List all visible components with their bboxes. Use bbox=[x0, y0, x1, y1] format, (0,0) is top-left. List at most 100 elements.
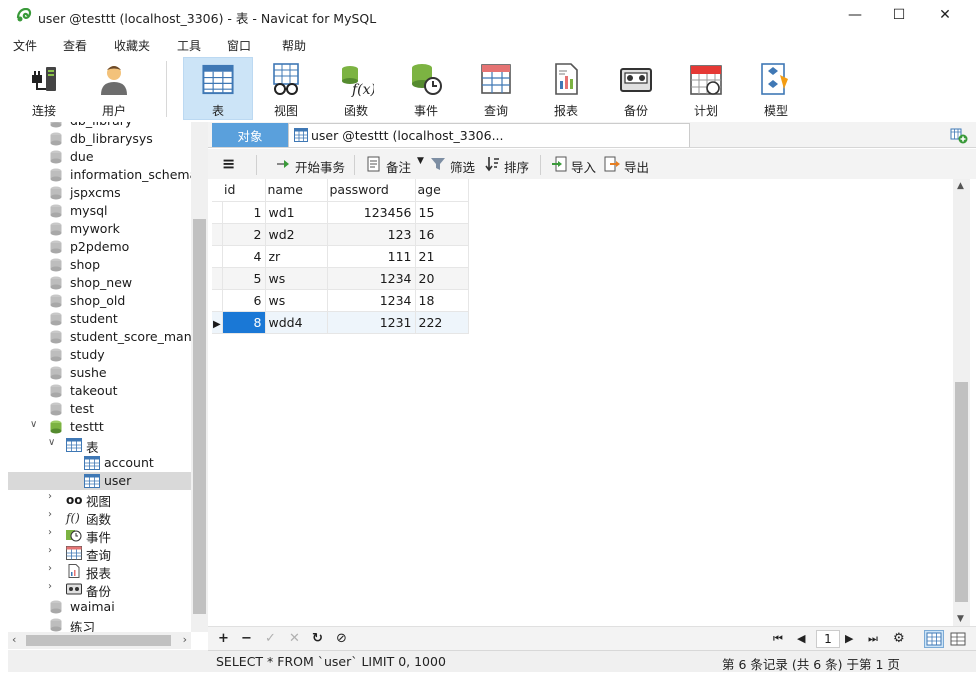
tree-item-shop[interactable]: shop bbox=[8, 256, 191, 274]
cell-password[interactable]: 1234 bbox=[327, 289, 416, 312]
scroll-thumb[interactable] bbox=[26, 635, 171, 646]
tab-user-table[interactable]: user @testtt (localhost_3306... bbox=[288, 123, 690, 147]
expand-arrow-icon[interactable]: › bbox=[48, 527, 52, 538]
table-row[interactable]: 1 wd1 123456 15 bbox=[212, 201, 469, 224]
cell-id[interactable]: 8 bbox=[222, 311, 266, 334]
table-row[interactable]: 4 zr 111 21 bbox=[212, 245, 469, 268]
toolbar-event-button[interactable]: 事件 bbox=[393, 57, 459, 120]
cell-name[interactable]: zr bbox=[265, 245, 328, 268]
tree-item-shop_new[interactable]: shop_new bbox=[8, 274, 191, 292]
tree-item[interactable]: › 事件 bbox=[8, 526, 191, 545]
menu-view[interactable]: 查看 bbox=[63, 37, 87, 54]
cell-id[interactable]: 4 bbox=[222, 245, 266, 268]
toolbar-function-button[interactable]: f(x) 函数 bbox=[323, 57, 389, 120]
form-view-icon[interactable] bbox=[948, 630, 968, 648]
scroll-up-arrow-icon[interactable]: ▲ bbox=[957, 181, 964, 191]
settings-gear-icon[interactable]: ⚙ bbox=[893, 631, 905, 646]
tab-objects[interactable]: 对象 bbox=[212, 123, 288, 147]
scroll-thumb[interactable] bbox=[193, 219, 206, 614]
new-tab-icon[interactable] bbox=[950, 126, 968, 144]
menu-window[interactable]: 窗口 bbox=[227, 37, 251, 54]
expand-arrow-icon[interactable]: › bbox=[48, 581, 52, 592]
table-row[interactable]: ▶ 8 wdd4 1231 222 bbox=[212, 311, 469, 334]
tree-vertical-scrollbar[interactable] bbox=[191, 122, 208, 632]
tree-item-student[interactable]: student bbox=[8, 310, 191, 328]
toolbar-table-button[interactable]: 表 bbox=[183, 57, 253, 120]
cell-age[interactable]: 18 bbox=[415, 289, 469, 312]
cell-age[interactable]: 20 bbox=[415, 267, 469, 290]
column-header-id[interactable]: id bbox=[222, 179, 266, 202]
scroll-right-arrow-icon[interactable]: › bbox=[183, 633, 187, 646]
cell-id[interactable]: 2 bbox=[222, 223, 266, 246]
delete-record-button[interactable]: − bbox=[241, 631, 252, 646]
cell-name[interactable]: wd1 bbox=[265, 201, 328, 224]
discard-changes-button[interactable]: ✕ bbox=[289, 631, 300, 646]
export-button[interactable]: 导出 bbox=[624, 157, 649, 176]
toolbar-connect-button[interactable]: 连接 bbox=[11, 57, 77, 120]
tree-item-db_librarysys[interactable]: db_librarysys bbox=[8, 130, 191, 148]
grid-view-icon[interactable] bbox=[924, 630, 944, 648]
expand-arrow-icon[interactable]: ∨ bbox=[30, 419, 37, 430]
tree-item-testtt[interactable]: ∨ testtt bbox=[8, 418, 191, 436]
first-page-icon[interactable]: ⏮ bbox=[773, 632, 783, 646]
page-number-input[interactable]: 1 bbox=[816, 630, 840, 648]
toolbar-report-button[interactable]: 报表 bbox=[533, 57, 599, 120]
expand-arrow-icon[interactable]: › bbox=[48, 491, 52, 502]
toolbar-user-button[interactable]: 用户 bbox=[81, 57, 147, 120]
expand-arrow-icon[interactable]: ∨ bbox=[48, 437, 55, 448]
cell-password[interactable]: 111 bbox=[327, 245, 416, 268]
tree-item-mywork[interactable]: mywork bbox=[8, 220, 191, 238]
begin-transaction-button[interactable]: 开始事务 bbox=[295, 157, 345, 176]
previous-page-icon[interactable]: ◀ bbox=[797, 632, 805, 645]
tree-item-information_schema[interactable]: information_schema bbox=[8, 166, 197, 184]
tree-item-account[interactable]: account bbox=[8, 454, 191, 472]
cell-password[interactable]: 123456 bbox=[327, 201, 416, 224]
menu-help[interactable]: 帮助 bbox=[282, 37, 306, 54]
tree-item-due[interactable]: due bbox=[8, 148, 191, 166]
tree-item-mysql[interactable]: mysql bbox=[8, 202, 191, 220]
cell-age[interactable]: 222 bbox=[415, 311, 469, 334]
tree-item[interactable]: › 查询 bbox=[8, 544, 191, 563]
cell-name[interactable]: ws bbox=[265, 267, 328, 290]
cell-id[interactable]: 1 bbox=[222, 201, 266, 224]
tree-item-db_library[interactable]: db_library bbox=[8, 122, 191, 130]
column-header-age[interactable]: age bbox=[415, 179, 469, 202]
cell-id[interactable]: 5 bbox=[222, 267, 266, 290]
cell-name[interactable]: wdd4 bbox=[265, 311, 328, 334]
tree-item-jspxcms[interactable]: jspxcms bbox=[8, 184, 191, 202]
cell-age[interactable]: 21 bbox=[415, 245, 469, 268]
next-page-icon[interactable]: ▶ bbox=[845, 632, 853, 645]
table-row[interactable]: 6 ws 1234 18 bbox=[212, 289, 469, 312]
apply-changes-button[interactable]: ✓ bbox=[265, 631, 276, 646]
toolbar-schedule-button[interactable]: 计划 bbox=[673, 57, 739, 120]
menu-tools[interactable]: 工具 bbox=[177, 37, 201, 54]
add-record-button[interactable]: + bbox=[218, 631, 229, 646]
import-button[interactable]: 导入 bbox=[571, 157, 596, 176]
close-button[interactable]: ✕ bbox=[922, 0, 968, 30]
note-button[interactable]: 备注 bbox=[386, 157, 411, 176]
tree-item[interactable]: ∨ 表 bbox=[8, 436, 191, 455]
tree-item[interactable]: › 备份 bbox=[8, 580, 191, 599]
table-row[interactable]: 2 wd2 123 16 bbox=[212, 223, 469, 246]
tree-horizontal-scrollbar[interactable]: ‹ › bbox=[8, 632, 191, 649]
toolbar-view-button[interactable]: 视图 bbox=[253, 57, 319, 120]
tree-item-study[interactable]: study bbox=[8, 346, 191, 364]
tree-item-user[interactable]: user bbox=[8, 472, 191, 490]
expand-arrow-icon[interactable]: › bbox=[48, 545, 52, 556]
menu-favorites[interactable]: 收藏夹 bbox=[114, 37, 150, 54]
tree-item[interactable]: › f() 函数 bbox=[8, 508, 191, 527]
stop-button[interactable]: ⊘ bbox=[336, 631, 347, 646]
scroll-down-arrow-icon[interactable]: ▼ bbox=[957, 614, 964, 624]
cell-age[interactable]: 16 bbox=[415, 223, 469, 246]
tree-item[interactable]: › oo 视图 bbox=[8, 490, 191, 509]
tree-item-shop_old[interactable]: shop_old bbox=[8, 292, 191, 310]
cell-age[interactable]: 15 bbox=[415, 201, 469, 224]
cell-password[interactable]: 1234 bbox=[327, 267, 416, 290]
expand-arrow-icon[interactable]: › bbox=[48, 563, 52, 574]
note-dropdown-arrow-icon[interactable]: ▼ bbox=[417, 156, 424, 166]
toolbar-query-button[interactable]: 查询 bbox=[463, 57, 529, 120]
sort-button[interactable]: 排序 bbox=[504, 157, 529, 176]
tree-item-takeout[interactable]: takeout bbox=[8, 382, 191, 400]
tree-item[interactable]: › 报表 bbox=[8, 562, 191, 581]
column-header-password[interactable]: password bbox=[327, 179, 416, 202]
